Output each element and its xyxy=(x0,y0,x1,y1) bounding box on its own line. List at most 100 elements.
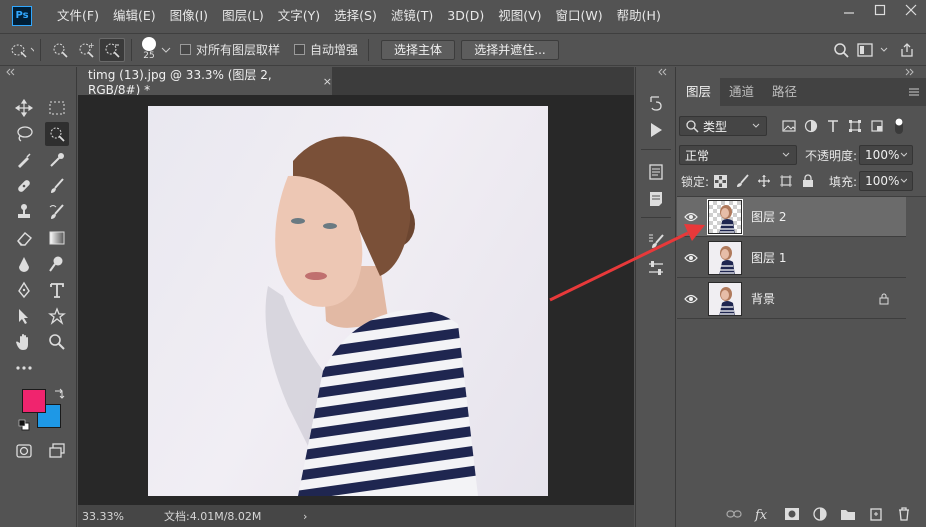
filter-adjustment-button[interactable] xyxy=(803,118,819,134)
tool-type[interactable] xyxy=(45,278,69,302)
tool-crop[interactable] xyxy=(12,148,36,172)
menu-edit[interactable]: 编辑(E) xyxy=(106,0,163,31)
select-subject-button[interactable]: 选择主体 xyxy=(381,39,456,60)
link-layers-icon[interactable] xyxy=(726,506,742,522)
tool-zoom[interactable] xyxy=(45,330,69,354)
menu-select[interactable]: 选择(S) xyxy=(327,0,384,31)
layer-list-scrollbar[interactable] xyxy=(908,197,926,497)
new-adjustment-layer-icon[interactable] xyxy=(812,506,828,522)
quick-mask-button[interactable] xyxy=(12,439,36,463)
tool-pen[interactable] xyxy=(12,278,36,302)
tab-paths[interactable]: 路径 xyxy=(763,78,806,106)
swap-colors-icon[interactable] xyxy=(53,387,65,399)
lock-image-pixels-button[interactable] xyxy=(734,173,750,189)
menu-image[interactable]: 图像(I) xyxy=(163,0,215,31)
close-tab-button[interactable]: × xyxy=(323,75,332,88)
blend-mode-dropdown[interactable]: 正常 xyxy=(679,145,797,165)
zoom-level[interactable]: 33.33% xyxy=(78,510,150,523)
collapse-chevrons-icon[interactable] xyxy=(0,67,77,77)
auto-enhance-checkbox[interactable]: 自动增强 xyxy=(294,41,358,58)
adjustments-panel-button[interactable] xyxy=(644,256,668,280)
tool-quick-selection[interactable] xyxy=(45,122,69,146)
filter-smart-object-button[interactable] xyxy=(869,118,885,134)
search-button[interactable] xyxy=(828,38,854,62)
tool-brush[interactable] xyxy=(45,174,69,198)
tool-lasso[interactable] xyxy=(12,122,36,146)
tool-move[interactable] xyxy=(12,96,36,120)
tool-more[interactable] xyxy=(12,356,36,380)
collapse-chevrons-icon[interactable] xyxy=(677,67,926,77)
add-mask-icon[interactable] xyxy=(784,506,800,522)
tool-eraser[interactable] xyxy=(12,226,36,250)
filter-shape-button[interactable] xyxy=(847,118,863,134)
layer-visibility-toggle[interactable] xyxy=(677,212,705,222)
history-panel-button[interactable] xyxy=(644,91,668,115)
tool-clone-stamp[interactable] xyxy=(12,200,36,224)
tool-healing[interactable] xyxy=(12,174,36,198)
lock-position-button[interactable] xyxy=(756,173,772,189)
lock-all-button[interactable] xyxy=(800,173,816,189)
maximize-button[interactable] xyxy=(864,0,895,20)
actions-panel-button[interactable] xyxy=(644,118,668,142)
panel-menu-icon[interactable] xyxy=(904,78,926,106)
sample-all-layers-checkbox[interactable]: 对所有图层取样 xyxy=(180,41,280,58)
menu-help[interactable]: 帮助(H) xyxy=(610,0,668,31)
document-tab[interactable]: timg (13).jpg @ 33.3% (图层 2, RGB/8#) * × xyxy=(78,67,332,97)
brush-settings-button[interactable] xyxy=(644,229,668,253)
select-and-mask-button[interactable]: 选择并遮住... xyxy=(461,39,560,60)
new-selection-button[interactable] xyxy=(47,38,73,62)
collapse-chevrons-icon[interactable] xyxy=(636,67,677,77)
tool-hand[interactable] xyxy=(12,330,36,354)
status-menu-arrow[interactable]: › xyxy=(303,510,307,523)
delete-layer-trash-icon[interactable] xyxy=(896,506,912,522)
tab-layers[interactable]: 图层 xyxy=(677,78,721,106)
tool-custom-shape[interactable] xyxy=(45,304,69,328)
layer-row-layer-2[interactable]: 图层 2 xyxy=(677,197,906,237)
tool-preset-picker[interactable] xyxy=(8,38,34,62)
screen-mode-button[interactable] xyxy=(45,439,69,463)
layer-row-background[interactable]: 背景 xyxy=(677,279,906,319)
filter-type-button[interactable] xyxy=(825,118,841,134)
tool-blur[interactable] xyxy=(12,252,36,276)
lock-artboard-button[interactable] xyxy=(778,173,794,189)
filter-toggle-switch[interactable] xyxy=(891,118,907,134)
menu-window[interactable]: 窗口(W) xyxy=(549,0,610,31)
add-to-selection-button[interactable]: + xyxy=(73,38,99,62)
layer-row-layer-1[interactable]: 图层 1 xyxy=(677,238,906,278)
properties-panel-button[interactable] xyxy=(644,160,668,184)
layer-visibility-toggle[interactable] xyxy=(677,253,705,263)
close-window-button[interactable] xyxy=(895,0,926,20)
tab-channels[interactable]: 通道 xyxy=(720,78,763,106)
notes-panel-button[interactable] xyxy=(644,187,668,211)
layer-visibility-toggle[interactable] xyxy=(677,294,705,304)
new-group-folder-icon[interactable] xyxy=(840,506,856,522)
fill-input[interactable]: 100% xyxy=(859,171,914,191)
brush-size-picker[interactable]: 25 xyxy=(142,37,172,62)
menu-filter[interactable]: 滤镜(T) xyxy=(384,0,440,31)
filter-pixel-button[interactable] xyxy=(781,118,797,134)
menu-3d[interactable]: 3D(D) xyxy=(440,0,491,31)
filter-kind-dropdown[interactable]: 类型 xyxy=(679,116,767,136)
menu-view[interactable]: 视图(V) xyxy=(491,0,548,31)
canvas[interactable] xyxy=(78,95,634,505)
tool-eyedropper[interactable] xyxy=(45,148,69,172)
document-photo[interactable] xyxy=(148,106,548,496)
default-colors-icon[interactable] xyxy=(18,419,30,431)
tool-history-brush[interactable] xyxy=(45,200,69,224)
foreground-color-swatch[interactable] xyxy=(22,389,46,413)
menu-file[interactable]: 文件(F) xyxy=(50,0,106,31)
menu-layer[interactable]: 图层(L) xyxy=(215,0,271,31)
tool-gradient[interactable] xyxy=(45,226,69,250)
opacity-input[interactable]: 100% xyxy=(859,145,914,165)
layer-style-fx-icon[interactable]: fx xyxy=(754,506,772,522)
lock-transparent-pixels-button[interactable] xyxy=(712,173,728,189)
share-button[interactable] xyxy=(894,38,920,62)
subtract-from-selection-button[interactable] xyxy=(99,37,125,62)
workspace-switcher[interactable] xyxy=(854,38,894,62)
new-layer-icon[interactable] xyxy=(868,506,884,522)
tool-path-selection[interactable] xyxy=(12,304,36,328)
tool-marquee[interactable] xyxy=(45,96,69,120)
tool-dodge[interactable] xyxy=(45,252,69,276)
menu-type[interactable]: 文字(Y) xyxy=(271,0,327,31)
minimize-button[interactable] xyxy=(833,0,864,20)
